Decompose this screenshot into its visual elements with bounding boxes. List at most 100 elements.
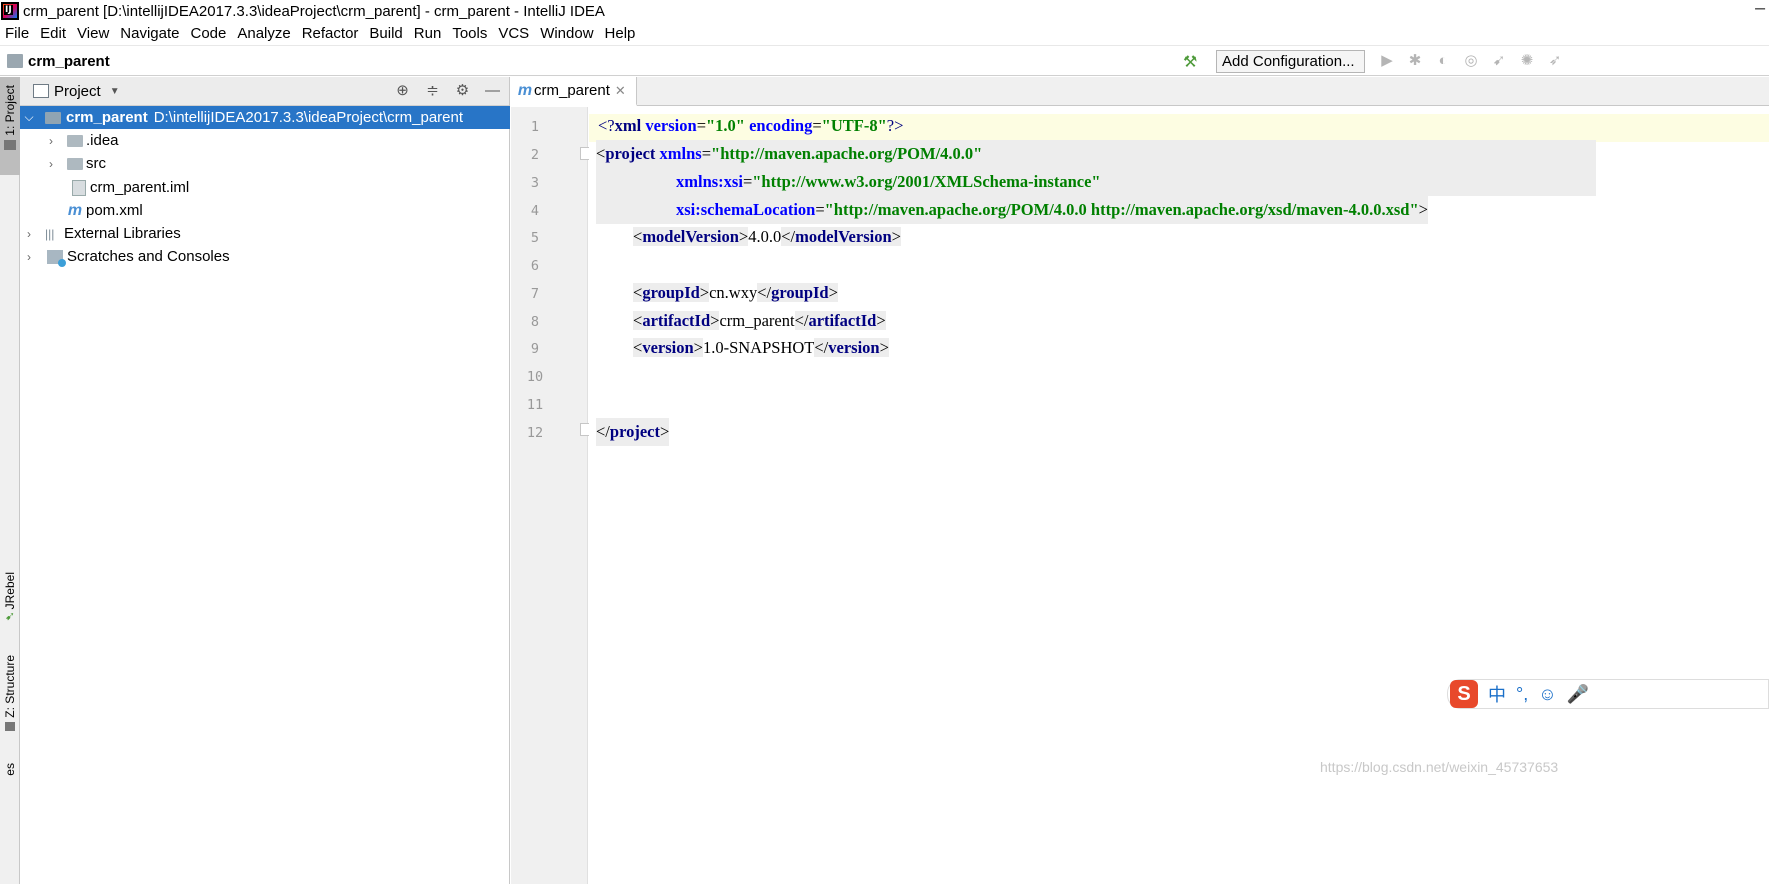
menu-view[interactable]: View bbox=[72, 25, 115, 42]
code-editor[interactable]: <?xml version="1.0" encoding="UTF-8"?> <… bbox=[589, 107, 1769, 884]
left-tool-strip: 1: Project JRebel ➹ Z: Structure es bbox=[0, 77, 20, 884]
maven-file-icon: m bbox=[517, 81, 533, 99]
code-line-9: <version>1.0-SNAPSHOT</version> bbox=[633, 334, 889, 362]
code-token: 1.0-SNAPSHOT bbox=[702, 338, 815, 357]
tree-item-label: crm_parent.iml bbox=[90, 179, 190, 196]
code-token: "http://maven.apache.org/POM/4.0.0 http:… bbox=[824, 200, 1419, 219]
folder-icon bbox=[67, 157, 83, 170]
code-token: version bbox=[828, 338, 880, 357]
code-token: groupId bbox=[771, 283, 829, 302]
locate-icon[interactable]: ⊕ bbox=[394, 82, 411, 100]
collapse-all-icon[interactable]: ≑ bbox=[424, 82, 441, 100]
editor-tab-pom[interactable]: m crm_parent ✕ bbox=[511, 77, 637, 106]
ime-emoji-icon[interactable]: ☺ bbox=[1538, 684, 1556, 705]
code-token: cn.wxy bbox=[709, 283, 758, 302]
close-icon[interactable]: ✕ bbox=[615, 83, 626, 99]
run-icon[interactable]: ▶ bbox=[1378, 52, 1396, 70]
code-token: = bbox=[815, 200, 825, 219]
chevron-right-icon[interactable]: › bbox=[45, 157, 57, 171]
code-token: "1.0" bbox=[706, 116, 745, 135]
line-number: 3 bbox=[530, 175, 540, 191]
tree-item-iml[interactable]: crm_parent.iml bbox=[20, 176, 510, 199]
minimize-icon[interactable]: ─ bbox=[1755, 0, 1765, 16]
code-token: < bbox=[633, 338, 643, 357]
jrebel-icon: ➹ bbox=[4, 609, 16, 624]
tree-item-external-libraries[interactable]: › ||| External Libraries bbox=[20, 222, 510, 245]
menu-edit[interactable]: Edit bbox=[35, 25, 72, 42]
code-token: </ bbox=[781, 227, 796, 246]
chevron-right-icon[interactable]: › bbox=[23, 250, 35, 264]
tree-item-label: Scratches and Consoles bbox=[67, 248, 230, 265]
build-hammer-icon[interactable]: ⚒ bbox=[1183, 52, 1201, 71]
menu-file[interactable]: File bbox=[0, 25, 35, 42]
menu-build[interactable]: Build bbox=[364, 25, 408, 42]
code-token: version bbox=[642, 338, 694, 357]
settings-gear-icon[interactable]: ⚙ bbox=[454, 82, 471, 100]
tree-item-scratches[interactable]: › Scratches and Consoles bbox=[20, 245, 510, 268]
line-number: 2 bbox=[530, 147, 540, 163]
code-token: < bbox=[596, 144, 606, 163]
breadcrumb-project[interactable]: crm_parent bbox=[28, 53, 110, 70]
line-number: 1 bbox=[530, 119, 540, 135]
ime-voice-icon[interactable]: 🎤 bbox=[1567, 684, 1589, 705]
editor-tab-bar: m crm_parent ✕ bbox=[511, 77, 1769, 106]
tool-tab-structure[interactable]: Z: Structure bbox=[0, 655, 20, 740]
tree-item-idea[interactable]: › .idea bbox=[20, 129, 510, 152]
tree-item-crm-parent[interactable]: ⌵ crm_parent D:\intellijIDEA2017.3.3\ide… bbox=[20, 106, 510, 129]
editor-tab-label: crm_parent bbox=[534, 82, 610, 99]
code-token: </ bbox=[596, 422, 610, 441]
tree-item-label: External Libraries bbox=[64, 225, 181, 242]
sogou-logo-icon[interactable]: S bbox=[1450, 680, 1478, 708]
code-token: < bbox=[633, 311, 643, 330]
ime-punctuation[interactable]: °, bbox=[1516, 684, 1528, 705]
tool-tab-project-label: 1: Project bbox=[3, 85, 17, 136]
tool-tab-favorites[interactable]: es bbox=[0, 763, 20, 784]
menu-refactor[interactable]: Refactor bbox=[297, 25, 365, 42]
structure-icon bbox=[5, 721, 15, 731]
code-token: encoding bbox=[744, 116, 813, 135]
line-number: 12 bbox=[526, 425, 544, 441]
line-number: 7 bbox=[530, 286, 540, 302]
iml-file-icon bbox=[72, 179, 86, 196]
window-title: crm_parent [D:\intellijIDEA2017.3.3\idea… bbox=[23, 2, 605, 20]
code-token: > bbox=[699, 283, 710, 302]
menu-analyze[interactable]: Analyze bbox=[232, 25, 296, 42]
profile-icon[interactable]: ◎ bbox=[1462, 52, 1480, 70]
debug-icon[interactable]: ✱ bbox=[1406, 52, 1424, 70]
maven-file-icon: m bbox=[67, 201, 83, 219]
chevron-right-icon[interactable]: › bbox=[23, 227, 35, 241]
ime-toolbar[interactable]: S 中 °, ☺ 🎤 bbox=[1447, 679, 1769, 709]
menu-navigate[interactable]: Navigate bbox=[115, 25, 185, 42]
menu-help[interactable]: Help bbox=[600, 25, 642, 42]
project-panel-title[interactable]: Project bbox=[54, 83, 101, 100]
tree-item-label: src bbox=[86, 155, 106, 172]
code-token: > bbox=[876, 311, 886, 330]
coverage-icon[interactable]: ◐ bbox=[1434, 52, 1452, 70]
menu-tools[interactable]: Tools bbox=[447, 25, 493, 42]
jrebel-extra-icon[interactable]: ➶ bbox=[1546, 52, 1564, 70]
chevron-down-icon[interactable]: ⌵ bbox=[23, 110, 35, 125]
line-number: 5 bbox=[530, 230, 540, 246]
menu-window[interactable]: Window bbox=[535, 25, 599, 42]
code-line-5: <modelVersion>4.0.0</modelVersion> bbox=[633, 223, 901, 251]
tree-item-src[interactable]: › src bbox=[20, 152, 510, 175]
scratches-icon bbox=[47, 249, 66, 267]
menu-vcs[interactable]: VCS bbox=[493, 25, 535, 42]
jrebel-debug-icon[interactable]: ✺ bbox=[1518, 52, 1536, 70]
hide-panel-icon[interactable]: — bbox=[484, 82, 501, 100]
tree-item-pom[interactable]: m pom.xml bbox=[20, 199, 510, 222]
tool-tab-structure-label: Z: Structure bbox=[3, 655, 17, 718]
menu-code[interactable]: Code bbox=[185, 25, 232, 42]
code-token: project bbox=[605, 144, 656, 163]
tool-tab-jrebel[interactable]: JRebel ➹ bbox=[0, 572, 20, 632]
code-token: xsi:schemaLocation bbox=[676, 200, 816, 219]
chevron-right-icon[interactable]: › bbox=[45, 134, 57, 148]
folder-icon bbox=[67, 134, 83, 147]
menu-run[interactable]: Run bbox=[409, 25, 448, 42]
jrebel-run-icon[interactable]: ➹ bbox=[1490, 52, 1508, 70]
ime-chinese-mode[interactable]: 中 bbox=[1488, 681, 1506, 707]
add-configuration-button[interactable]: Add Configuration... bbox=[1216, 50, 1365, 73]
tool-tab-project[interactable]: 1: Project bbox=[0, 77, 20, 175]
view-dropdown-icon[interactable]: ▼ bbox=[110, 86, 120, 97]
project-tool-icon bbox=[4, 139, 16, 150]
